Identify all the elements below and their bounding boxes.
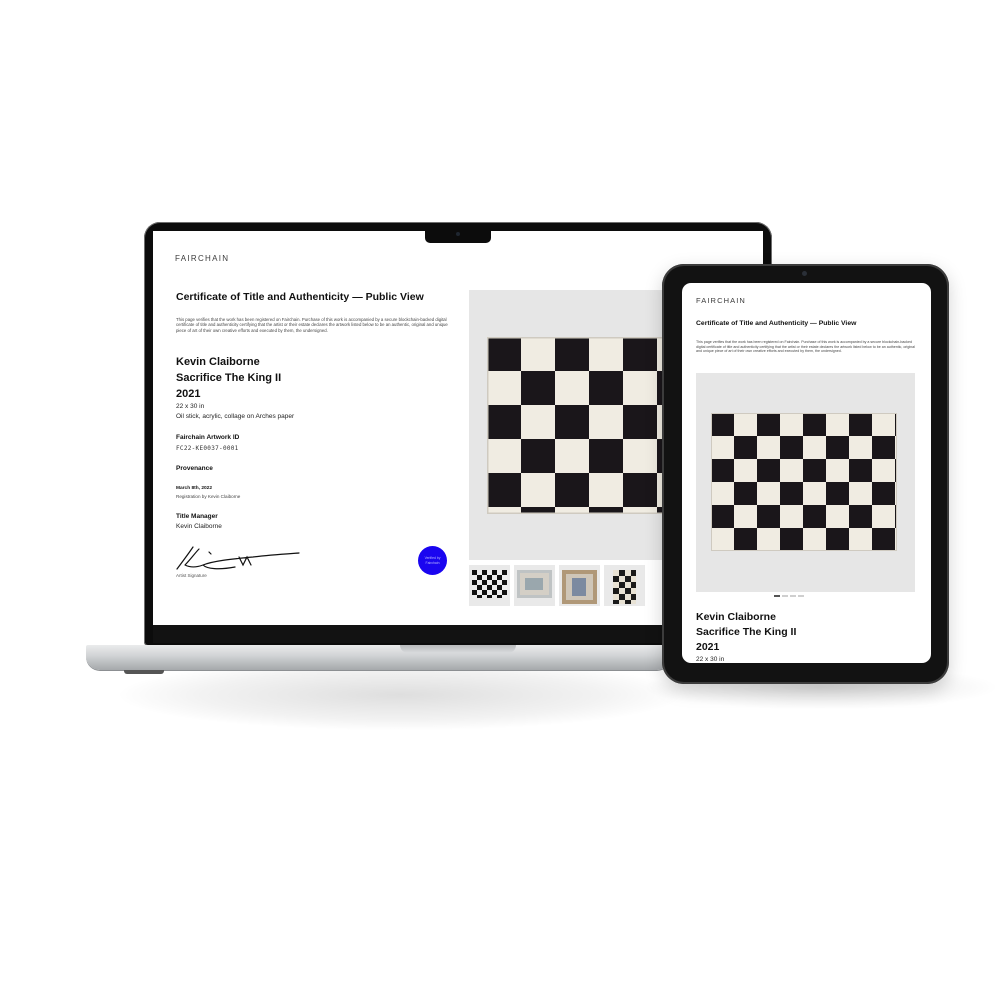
provenance-date: March 8th, 2022 (176, 486, 212, 491)
laptop-shadow (120, 660, 680, 730)
artwork-year: 2021 (696, 641, 720, 653)
artwork-image-panel[interactable] (696, 373, 915, 592)
artist-name: Kevin Claiborne (176, 356, 260, 368)
brand-logo[interactable]: FAIRCHAIN (175, 254, 229, 263)
page-title: Certificate of Title and Authenticity — … (176, 291, 424, 303)
thumbnail-2-image (517, 570, 552, 598)
artwork-dimensions: 22 x 30 in (696, 656, 725, 663)
thumbnail-4[interactable] (604, 565, 645, 606)
signature-label: Artist Signature (176, 573, 207, 578)
artist-signature (176, 546, 300, 570)
artwork-id-label: Fairchain Artwork ID (176, 434, 240, 441)
artwork-medium: Oil stick, acrylic, collage on Arches pa… (176, 413, 295, 420)
verified-badge[interactable]: Verified by Fairchain (418, 546, 447, 575)
thumbnail-3-image (562, 570, 597, 604)
thumbnail-3[interactable] (559, 565, 600, 606)
carousel-dots[interactable] (774, 595, 814, 598)
thumbnail-2[interactable] (514, 565, 555, 606)
artwork-image (711, 413, 897, 551)
thumbnail-1[interactable] (469, 565, 510, 606)
carousel-dot-4[interactable] (798, 595, 804, 597)
laptop-opening-groove (400, 645, 516, 653)
artwork-title: Sacrifice The King II (696, 626, 797, 638)
laptop-base (86, 645, 671, 670)
laptop-camera (456, 232, 460, 236)
laptop-foot (124, 670, 164, 674)
provenance-event: Registration by Kevin Claiborne (176, 494, 241, 499)
certificate-description: This page verifies that the work has bee… (176, 317, 448, 333)
certificate-description: This page verifies that the work has bee… (696, 340, 915, 354)
thumbnail-4-image (613, 570, 636, 604)
thumbnail-1-image (472, 570, 507, 598)
tablet-camera (802, 271, 807, 276)
title-manager-value: Kevin Claiborne (176, 523, 222, 530)
provenance-heading: Provenance (176, 465, 213, 472)
page-title: Certificate of Title and Authenticity — … (696, 320, 857, 327)
brand-logo[interactable]: FAIRCHAIN (696, 296, 746, 305)
carousel-dot-2[interactable] (782, 595, 788, 597)
carousel-dot-1[interactable] (774, 595, 780, 597)
artwork-dimensions: 22 x 30 in (176, 403, 205, 410)
artwork-title: Sacrifice The King II (176, 372, 282, 384)
artist-name: Kevin Claiborne (696, 611, 776, 623)
title-manager-label: Title Manager (176, 513, 218, 520)
tablet-screen: FAIRCHAIN Certificate of Title and Authe… (682, 283, 931, 663)
artwork-id-value: FC22-KE0037-0001 (176, 445, 239, 452)
carousel-dot-3[interactable] (790, 595, 796, 597)
artwork-year: 2021 (176, 388, 201, 400)
